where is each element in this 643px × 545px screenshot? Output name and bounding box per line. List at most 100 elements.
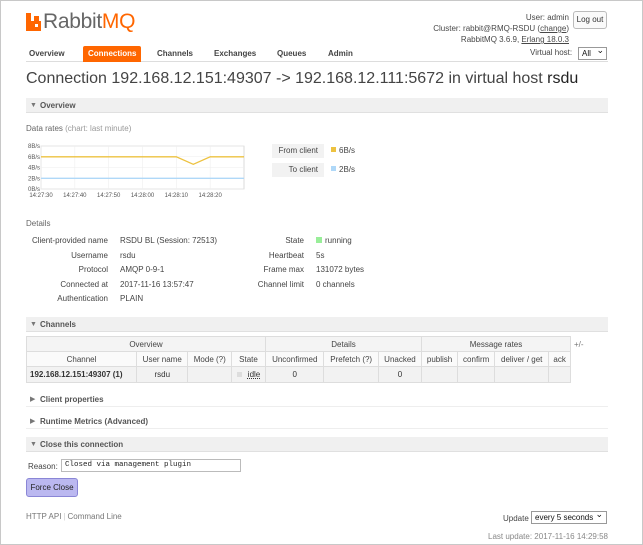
detail-value: 0 channels (316, 279, 355, 289)
logo-text-mq: MQ (101, 10, 136, 33)
chart-x-tick-label: 14:28:10 (165, 193, 189, 199)
command-line-link[interactable]: Command Line (68, 512, 122, 521)
detail-key: Frame max (263, 265, 304, 275)
chart-x-tick-label: 14:27:50 (97, 193, 121, 199)
rabbitmq-logo[interactable]: RabbitMQ (26, 10, 136, 33)
legend-from-client-value: 6B/s (331, 144, 355, 158)
column-header-deliver-get[interactable]: deliver / get (494, 351, 550, 367)
column-header-state[interactable]: State (231, 351, 267, 367)
tab-overview[interactable]: Overview (29, 46, 65, 62)
channel-confirm-rate (457, 366, 496, 383)
last-update: Last update: 2017-11-16 14:29:58 (488, 532, 608, 541)
reason-input[interactable]: Closed via management plugin (61, 459, 241, 472)
column-header-confirm[interactable]: confirm (457, 351, 496, 367)
to-client-swatch-icon (331, 166, 336, 172)
detail-key: Authentication (57, 294, 108, 304)
channel-deliver-rate (494, 366, 550, 383)
column-header-unconfirmed[interactable]: Unconfirmed (265, 351, 325, 367)
channels-table: Overview Details Message rates Channel U… (25, 336, 571, 383)
detail-value: 2017-11-16 13:57:47 (120, 279, 194, 289)
details-right-list: State running Heartbeat 5s Frame max 131072… (240, 234, 440, 292)
column-header-mode[interactable]: Mode (?) (187, 351, 233, 367)
column-header-user-name[interactable]: User name (135, 351, 189, 367)
running-status-icon (316, 236, 322, 243)
detail-value: rsdu (120, 250, 136, 260)
last-update-label: Last update: (488, 532, 533, 541)
data-rates-label: Data rates (26, 124, 63, 133)
section-runtime-metrics-header[interactable]: ▶ Runtime Metrics (Advanced) (26, 414, 608, 429)
channel-state: idle (231, 366, 267, 383)
chart-y-tick-label: 4B/s (28, 166, 40, 172)
cluster-name: rabbit@RMQ-RSDU (463, 24, 536, 33)
channel-link[interactable]: 192.168.12.151:49307 (1) (26, 366, 137, 383)
detail-value: 5s (316, 250, 325, 260)
legend-to-client-label: To client (272, 163, 324, 177)
tab-connections[interactable]: Connections (83, 46, 142, 62)
chart-y-tick-label: 8B/s (28, 144, 40, 150)
last-update-value: 2017-11-16 14:29:58 (534, 532, 608, 541)
table-row: 192.168.12.151:49307 (1) rsdu idle 0 0 (26, 366, 571, 383)
logout-button[interactable]: Log out (573, 11, 607, 29)
details-heading: Details (26, 219, 51, 228)
channel-unconfirmed: 0 (265, 366, 325, 383)
user-info: User: admin Cluster: rabbit@RMQ-RSDU (ch… (433, 13, 569, 44)
legend-to-client-value: 2B/s (331, 163, 355, 177)
detail-key: State (285, 236, 304, 245)
section-runtime-metrics-title: Runtime Metrics (Advanced) (40, 417, 149, 426)
detail-key: Username (71, 250, 108, 260)
detail-key: Channel limit (257, 279, 304, 289)
column-header-prefetch[interactable]: Prefetch (?) (323, 351, 379, 367)
page-title-text: Connection 192.168.12.151:49307 -> 192.1… (26, 70, 543, 87)
change-cluster-link[interactable]: change (540, 24, 566, 33)
channel-ack-rate (548, 366, 571, 383)
section-client-properties-title: Client properties (40, 395, 104, 404)
collapse-triangle-icon: ▼ (30, 321, 37, 328)
tab-exchanges[interactable]: Exchanges (214, 46, 256, 62)
collapse-triangle-icon: ▼ (30, 441, 37, 448)
column-header-ack[interactable]: ack (548, 351, 571, 367)
tab-queues[interactable]: Queues (277, 46, 306, 62)
from-client-swatch-icon (331, 147, 336, 153)
data-rates-chart: 8B/s6B/s4B/s2B/s0B/s14:27:30 14:27:40 14:2… (28, 144, 245, 199)
tab-admin[interactable]: Admin (328, 46, 353, 62)
chart-y-tick-label: 2B/s (28, 176, 40, 182)
detail-key: Client-provided name (31, 236, 108, 245)
column-header-unacked[interactable]: Unacked (377, 351, 423, 367)
user-label: User: (525, 13, 545, 22)
chart-x-tick-label: 14:28:00 (131, 193, 155, 199)
chart-y-tick-label: 6B/s (28, 155, 40, 161)
detail-value: PLAIN (120, 294, 144, 304)
section-close-connection-header[interactable]: ▼ Close this connection (26, 437, 608, 452)
logo-text-rabbit: Rabbit (43, 10, 102, 33)
detail-value: AMQP 0-9-1 (120, 265, 165, 275)
column-header-channel[interactable]: Channel (26, 351, 137, 367)
section-overview-header[interactable]: ▼ Overview (26, 98, 608, 113)
version-text: RabbitMQ 3.6.9, (460, 35, 520, 44)
http-api-link[interactable]: HTTP API (26, 512, 61, 521)
section-channels-header[interactable]: ▼ Channels (26, 317, 608, 332)
erlang-version-link[interactable]: Erlang 18.0.3 (521, 35, 569, 44)
tab-channels[interactable]: Channels (157, 46, 193, 62)
details-left-list: Client-provided name RSDU BL (Session: 72… (26, 234, 276, 307)
channel-prefetch (323, 366, 379, 383)
user-name: admin (547, 13, 569, 22)
group-header-overview: Overview (25, 336, 267, 352)
channel-publish-rate (420, 366, 459, 383)
group-header-details: Details (265, 336, 422, 352)
expand-triangle-icon: ▶ (30, 418, 36, 425)
rabbitmq-logo-icon (26, 13, 41, 31)
column-header-publish[interactable]: publish (420, 351, 459, 367)
cluster-label: Cluster: (433, 24, 461, 33)
columns-toggle[interactable]: +/- (574, 340, 584, 349)
footer-links: HTTP API | Command Line (26, 512, 122, 521)
main-nav: Overview Connections Channels Exchanges … (26, 46, 608, 62)
data-rates-heading: Data rates (chart: last minute) (26, 124, 131, 133)
virtual-host-select[interactable]: All (578, 45, 607, 60)
section-close-connection-title: Close this connection (40, 440, 124, 449)
update-interval-select[interactable]: every 5 seconds (531, 509, 607, 524)
section-client-properties-header[interactable]: ▶ Client properties (26, 392, 608, 407)
group-header-message-rates: Message rates (421, 336, 571, 352)
section-channels-title: Channels (40, 320, 77, 329)
channel-mode (187, 366, 233, 383)
force-close-button[interactable]: Force Close (26, 478, 78, 497)
